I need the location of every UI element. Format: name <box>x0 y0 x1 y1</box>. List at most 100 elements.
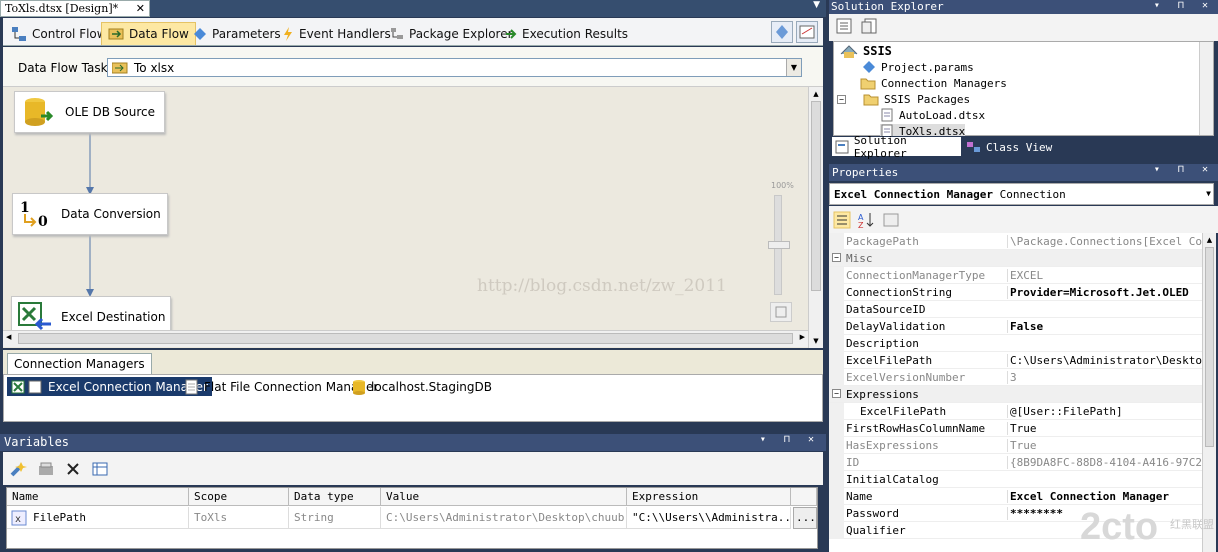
show-all-files-icon[interactable] <box>861 17 879 35</box>
svg-text:0: 0 <box>38 214 48 230</box>
property-pages-icon[interactable] <box>881 211 901 229</box>
property-row[interactable]: PackagePath \Package.Connections[Excel Co… <box>829 233 1202 250</box>
property-value[interactable]: Excel Connection Manager <box>1007 490 1202 503</box>
tab-execution-results[interactable]: Execution Results <box>499 22 634 45</box>
properties-scrollbar[interactable]: ▲ <box>1202 233 1216 552</box>
property-value[interactable]: @[User::FilePath] <box>1007 405 1202 418</box>
variable-value[interactable]: C:\Users\Administrator\Desktop\chuub... <box>381 507 627 529</box>
variable-name: FilePath <box>33 511 86 524</box>
delete-icon[interactable] <box>65 461 81 477</box>
design-canvas[interactable]: OLE DB Source 10 Data Conversion Excel D… <box>3 87 808 348</box>
connection-managers-list: Excel Connection Manager Flat File Conne… <box>3 374 823 422</box>
variable-expression[interactable]: "C:\\Users\\Administra... <box>627 507 791 529</box>
chevron-down-icon[interactable]: ▼ <box>786 59 801 76</box>
property-row[interactable]: InitialCatalog <box>829 471 1202 488</box>
property-row[interactable]: ExcelFilePath C:\Users\Administrator\Desk… <box>829 352 1202 369</box>
window-controls[interactable]: ▾ ⊓ ✕ <box>1154 164 1214 175</box>
grid-options-icon[interactable] <box>91 461 109 477</box>
property-value[interactable]: C:\Users\Administrator\Desktop\c <box>1007 354 1202 367</box>
tree-node-ssis[interactable]: SSIS <box>840 44 892 58</box>
property-name: ID <box>846 456 860 469</box>
collapse-icon[interactable]: − <box>832 389 841 398</box>
property-value[interactable]: \Package.Connections[Excel Conne <box>1007 235 1202 248</box>
property-row[interactable]: ConnectionManagerType EXCEL <box>829 267 1202 284</box>
alphabetical-icon[interactable]: AZ <box>857 211 875 229</box>
canvas-horizontal-scrollbar[interactable]: ◀ ▶ <box>3 330 808 347</box>
variable-data-type[interactable]: String <box>289 507 381 529</box>
property-row[interactable]: − Misc <box>829 250 1202 267</box>
database-icon <box>25 98 54 126</box>
property-row[interactable]: Name Excel Connection Manager <box>829 488 1202 505</box>
property-row[interactable]: HasExpressions True <box>829 437 1202 454</box>
tab-solution-explorer[interactable]: Solution Explorer <box>832 134 961 160</box>
properties-icon[interactable] <box>835 17 853 35</box>
property-row[interactable]: FirstRowHasColumnName True <box>829 420 1202 437</box>
property-name: Qualifier <box>846 524 906 537</box>
tree-node-project-params[interactable]: Project.params <box>862 60 974 74</box>
tree-node-ssis-packages[interactable]: − SSIS Packages <box>837 92 970 106</box>
property-value[interactable]: {8B9DA8FC-88D8-4104-A416-97C26E0 <box>1007 456 1202 469</box>
data-conversion-icon: 10 <box>20 200 48 230</box>
property-row[interactable]: Description <box>829 335 1202 352</box>
connection-manager-staging-db[interactable]: localhost.StagingDB <box>348 377 496 396</box>
tree-node-connection-managers[interactable]: Connection Managers <box>860 76 1007 90</box>
property-row[interactable]: ConnectionString Provider=Microsoft.Jet.O… <box>829 284 1202 301</box>
tree-scrollbar[interactable] <box>1199 42 1213 135</box>
column-header-expression[interactable]: Expression <box>627 488 791 506</box>
zoom-label: 100% <box>771 181 794 190</box>
tab-connection-managers[interactable]: Connection Managers <box>7 353 152 374</box>
data-conversion-component[interactable]: 10 Data Conversion <box>12 193 168 235</box>
document-tab[interactable]: ToXls.dtsx [Design]* ✕ <box>0 0 150 17</box>
chevron-down-icon[interactable]: ▼ <box>813 0 820 10</box>
property-value[interactable]: False <box>1007 320 1202 333</box>
zoom-to-fit-button[interactable] <box>771 21 793 43</box>
tree-node-autoload[interactable]: AutoLoad.dtsx <box>880 108 985 122</box>
property-value[interactable]: EXCEL <box>1007 269 1202 282</box>
tab-control-flow[interactable]: Control Flow <box>5 22 113 45</box>
window-controls[interactable]: ▾ ⊓ ✕ <box>1154 0 1214 11</box>
close-icon[interactable]: ✕ <box>136 2 145 15</box>
zoom-fit-button[interactable] <box>770 302 792 322</box>
tab-class-view[interactable]: Class View <box>963 138 1055 156</box>
tab-label: Data Flow <box>129 27 189 41</box>
property-value[interactable]: True <box>1007 422 1202 435</box>
designer-options-button[interactable] <box>796 21 818 43</box>
property-value[interactable]: 3 <box>1007 371 1202 384</box>
add-variable-icon[interactable] <box>9 460 27 478</box>
canvas-vertical-scrollbar[interactable]: ▲ ▼ <box>808 87 823 348</box>
column-header-blank <box>791 488 817 506</box>
property-name: Misc <box>846 252 873 265</box>
tab-data-flow[interactable]: Data Flow <box>101 22 196 45</box>
expression-builder-button[interactable]: ... <box>793 507 817 529</box>
window-controls[interactable]: ▾ ⊓ ✕ <box>760 434 820 445</box>
property-row[interactable]: ID {8B9DA8FC-88D8-4104-A416-97C26E0 <box>829 454 1202 471</box>
ole-db-source-component[interactable]: OLE DB Source <box>14 91 165 133</box>
column-header-scope[interactable]: Scope <box>189 488 289 506</box>
property-row[interactable]: DataSourceID <box>829 301 1202 318</box>
data-flow-task-label: Data Flow Task: <box>18 61 112 75</box>
property-row[interactable]: ExcelVersionNumber 3 <box>829 369 1202 386</box>
zoom-slider-thumb[interactable] <box>768 241 790 249</box>
tab-event-handlers[interactable]: Event Handlers <box>276 22 397 45</box>
collapse-icon[interactable]: − <box>832 253 841 262</box>
property-name: HasExpressions <box>846 439 939 452</box>
chevron-down-icon[interactable]: ▼ <box>1206 189 1211 198</box>
categorized-icon[interactable] <box>833 211 851 229</box>
property-row[interactable]: DelayValidation False <box>829 318 1202 335</box>
tab-label: Control Flow <box>32 26 107 41</box>
variable-name-cell[interactable]: x FilePath <box>7 507 189 529</box>
property-row[interactable]: − Expressions <box>829 386 1202 403</box>
move-variable-icon[interactable] <box>37 460 55 478</box>
svg-text:Z: Z <box>858 221 864 229</box>
properties-toolbar: AZ <box>829 206 1218 233</box>
column-header-name[interactable]: Name <box>7 488 189 506</box>
property-name: DataSourceID <box>846 303 926 316</box>
column-header-value[interactable]: Value <box>381 488 627 506</box>
data-flow-task-select[interactable]: To xlsx ▼ <box>107 58 802 77</box>
property-value[interactable]: True <box>1007 439 1202 452</box>
property-row[interactable]: ExcelFilePath @[User::FilePath] <box>829 403 1202 420</box>
tab-parameters[interactable]: Parameters <box>187 22 287 45</box>
property-value[interactable]: Provider=Microsoft.Jet.OLED <box>1007 286 1202 299</box>
column-header-data-type[interactable]: Data type <box>289 488 381 506</box>
properties-object-select[interactable]: Excel Connection Manager Connection ▼ <box>829 183 1214 205</box>
